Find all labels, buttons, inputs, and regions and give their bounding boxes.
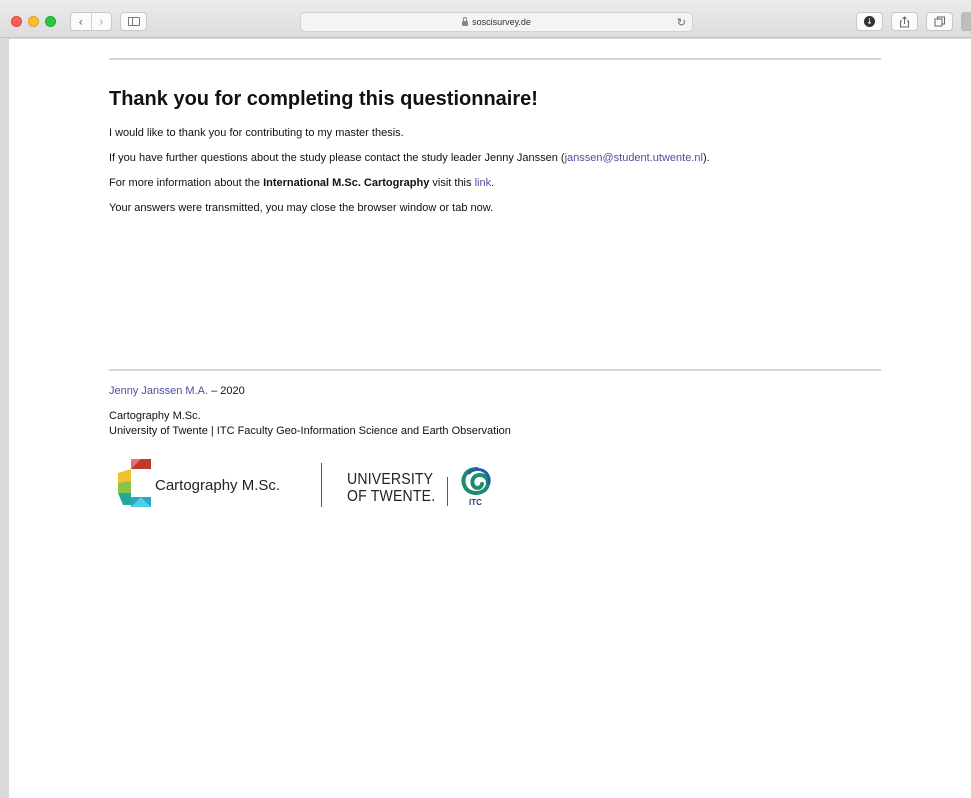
ut-logo-line2: OF TWENTE. [347,488,436,505]
logo-divider [321,463,322,507]
sidebar-icon [127,17,140,26]
share-icon [900,15,909,27]
share-button[interactable] [891,12,918,31]
forward-icon[interactable]: › [90,13,112,30]
back-icon[interactable]: ‹ [71,13,91,30]
author-link[interactable]: Jenny Janssen M.A. [109,385,208,397]
thanks-paragraph: I would like to thank you for contributi… [109,127,404,139]
show-tabs-button[interactable] [926,12,953,31]
footer-university: University of Twente | ITC Faculty Geo-I… [109,425,511,437]
info-text-middle: visit this [429,177,475,189]
itc-logo-text: ITC [469,498,482,507]
top-divider [109,58,881,60]
cartography-logo-text: Cartography M.Sc. [155,477,281,494]
info-text: For more information about the [109,177,264,189]
footer-year: – 2020 [208,385,245,397]
cartography-logo-icon [118,459,151,507]
toolbar-overflow-button[interactable] [961,12,971,31]
contact-text: If you have further questions about the … [109,152,565,164]
lock-icon [462,16,469,26]
download-icon: ↓ [864,16,875,27]
contact-paragraph: If you have further questions about the … [109,152,710,164]
url-text: soscisurvey.de [472,17,531,27]
zoom-window-button[interactable] [45,16,56,27]
footer-divider [109,369,881,371]
program-link[interactable]: link [475,177,492,189]
email-link[interactable]: janssen@student.utwente.nl [565,152,703,164]
close-window-button[interactable] [11,16,22,27]
itc-logo-icon: ITC [461,467,491,507]
transmitted-paragraph: Your answers were transmitted, you may c… [109,202,494,214]
address-bar[interactable]: soscisurvey.de ↻ [300,12,693,32]
downloads-button[interactable]: ↓ [856,12,883,31]
info-text-end: . [491,177,495,189]
contact-text-end: ). [702,152,710,164]
reload-icon[interactable]: ↻ [677,16,686,29]
minimize-window-button[interactable] [28,16,39,27]
info-paragraph: For more information about the Internati… [109,177,494,189]
university-twente-logo: UNIVERSITY OF TWENTE. [347,471,435,505]
footer-author: Jenny Janssen M.A. – 2020 [109,385,245,397]
navigation-buttons: ‹ › [70,12,112,31]
ut-itc-divider [447,477,448,506]
footer-program: Cartography M.Sc. [109,410,201,422]
page-title: Thank you for completing this questionna… [109,88,538,110]
tabs-icon [934,16,945,27]
ut-logo-line1: UNIVERSITY [347,471,434,488]
page-content: Thank you for completing this questionna… [9,39,971,798]
sidebar-toggle-button[interactable] [120,12,147,31]
program-name: International M.Sc. Cartography [263,177,430,189]
browser-toolbar: ‹ › soscisurvey.de ↻ ↓ [0,0,971,38]
